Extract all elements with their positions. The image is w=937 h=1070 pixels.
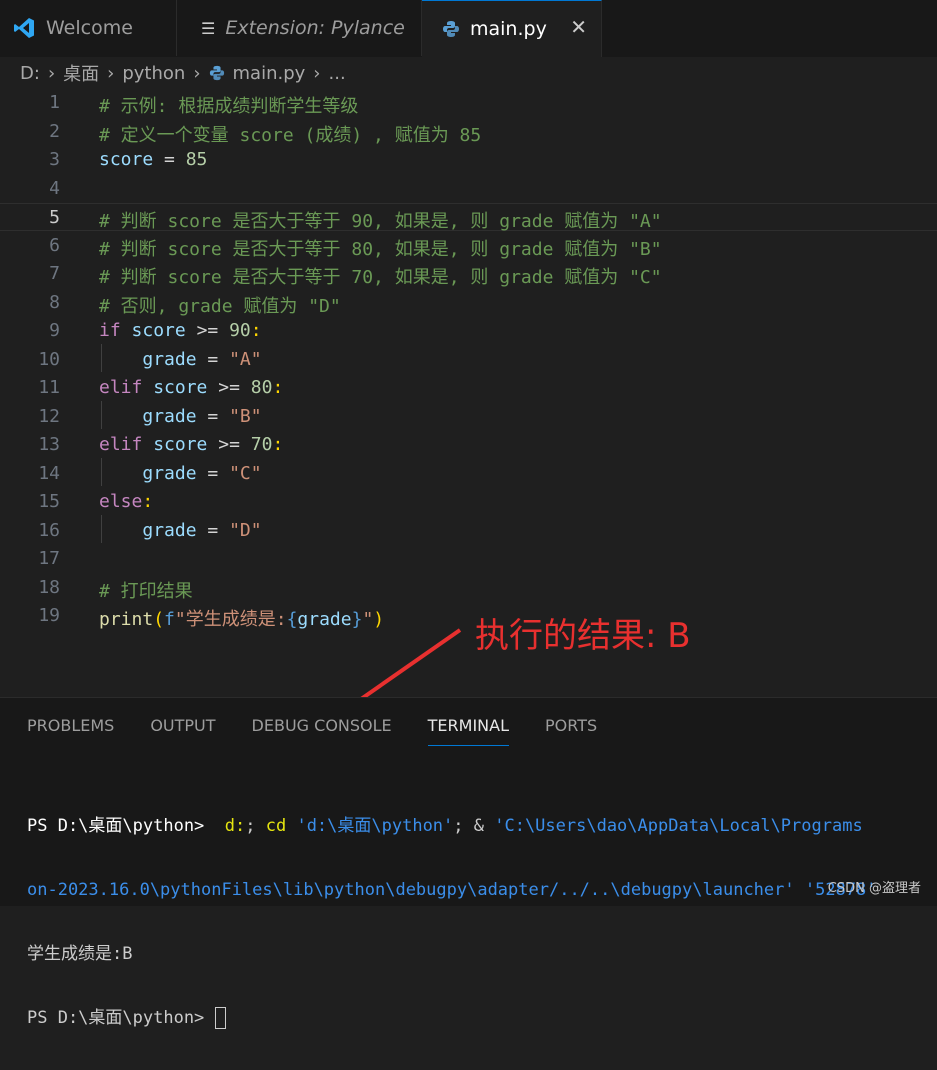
- bottom-panel: PROBLEMS OUTPUT DEBUG CONSOLE TERMINAL P…: [0, 697, 937, 1029]
- tab-debug-console[interactable]: DEBUG CONSOLE: [252, 716, 392, 746]
- watermark: CSDN @盗理者: [827, 881, 921, 896]
- tab-output[interactable]: OUTPUT: [150, 716, 215, 746]
- terminal-cursor: [214, 1007, 226, 1029]
- tab-ports[interactable]: PORTS: [545, 716, 597, 746]
- tab-terminal[interactable]: TERMINAL: [427, 716, 510, 746]
- terminal-output: 学生成绩是:B: [27, 944, 133, 964]
- panel-tabs: PROBLEMS OUTPUT DEBUG CONSOLE TERMINAL P…: [27, 716, 633, 746]
- terminal-prompt: PS D:\桌面\python>: [27, 1006, 877, 1030]
- terminal-line: PS D:\桌面\python> d:; cd 'd:\桌面\python'; …: [27, 816, 863, 836]
- terminal[interactable]: PS D:\桌面\python> d:; cd 'd:\桌面\python'; …: [27, 774, 877, 1070]
- tab-problems[interactable]: PROBLEMS: [27, 716, 114, 746]
- terminal-line: on-2023.16.0\pythonFiles\lib\python\debu…: [27, 880, 877, 900]
